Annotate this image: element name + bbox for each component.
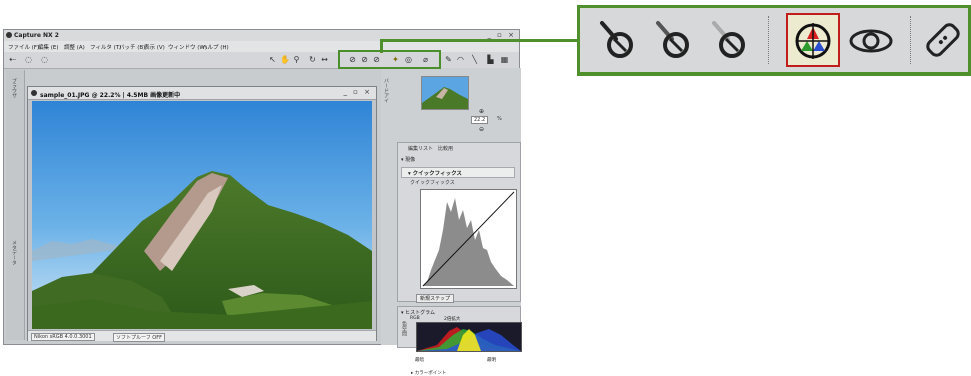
image-window-controls[interactable]: _ ▫ ×	[343, 88, 372, 96]
tab-edit-list[interactable]: 編集リスト	[408, 145, 433, 152]
color-point-section-label[interactable]: ▸ カラーポイント	[411, 370, 446, 376]
callout-toolbar	[580, 8, 968, 72]
rotate-icon[interactable]: ↻	[308, 55, 317, 64]
auto-retouch-brush-icon[interactable]	[920, 17, 966, 63]
develop-section-label[interactable]: ▾ 現像	[401, 156, 415, 163]
menu-adjust[interactable]: 調整 (A)	[64, 43, 85, 51]
white-point-picker-icon[interactable]	[704, 17, 750, 63]
straighten-icon[interactable]: ↔	[320, 55, 329, 64]
menu-filter[interactable]: フィルタ (T)	[90, 43, 121, 51]
black-point-picker-icon[interactable]	[592, 17, 638, 63]
new-step-button[interactable]: 新規ステップ	[416, 294, 455, 303]
histogram-graph	[416, 322, 522, 352]
levels-curve-graph[interactable]	[420, 189, 517, 289]
color-control-point-glyph	[795, 23, 831, 59]
neutral-point-picker-icon[interactable]	[648, 17, 694, 63]
toolbar-highlight-frame	[338, 50, 441, 69]
white-point-picker-glyph	[712, 21, 745, 58]
app-title: Capture NX 2	[14, 32, 59, 39]
softproof-dropdown[interactable]: ソフトプルーフ OFF	[113, 333, 165, 342]
lasso-icon[interactable]: ◠	[456, 55, 465, 64]
edit-list-panel: 編集リスト 比較用 ▾ 現像 ▾ クイックフィックス クイックフィックス 新規ス…	[397, 142, 521, 303]
callout-connector-horizontal	[380, 39, 578, 42]
color-control-point-icon[interactable]	[790, 17, 836, 63]
photo-canvas[interactable]	[32, 101, 372, 329]
menu-help[interactable]: ヘルプ (H)	[202, 43, 229, 51]
menu-view[interactable]: 表示 (V)	[144, 43, 165, 51]
gradient-icon[interactable]: ╲	[470, 55, 479, 64]
image-window-title: sample_01.JPG @ 22.2% | 4.5MB 画像更新中	[40, 92, 181, 99]
zoom-value-field[interactable]: 22.2	[471, 116, 489, 124]
zoom-out-icon[interactable]: ⊖	[479, 126, 484, 133]
browser-dock-label[interactable]: ブラウザ	[11, 78, 18, 98]
app-icon	[6, 32, 12, 38]
browser-toggle-icon[interactable]: ⇠	[8, 55, 17, 64]
selection-tools-icon[interactable]: ▦	[500, 55, 509, 64]
window-controls[interactable]: _ ▫ ×	[487, 31, 516, 39]
app-window: Capture NX 2 _ ▫ × ファイル (F) 編集 (E) 調整 (A…	[3, 29, 522, 376]
color-space-dropdown[interactable]: Nikon sRGB 4.0.0.3001	[31, 333, 95, 341]
zoom-in-icon[interactable]: ⊕	[479, 108, 484, 115]
zoom-unit: %	[497, 116, 502, 122]
zoom-icon[interactable]: ⚲	[292, 55, 301, 64]
red-eye-icon[interactable]	[848, 17, 894, 63]
left-dock: ブラウザ メタデータ	[6, 70, 25, 340]
toolbar-separator-2	[910, 16, 911, 64]
histogram-high-label: 最明	[487, 358, 496, 363]
birdseye-label[interactable]: バードアイ	[383, 78, 390, 103]
right-panel: バードアイ ⊕ 22.2 % ⊖ 編集リスト 比較用 ▾ 現像 ▾ クイックフィ…	[381, 68, 522, 376]
cloud-alt-icon[interactable]: ◌	[40, 55, 49, 64]
document-icon	[31, 90, 37, 96]
toolbar-separator	[768, 16, 769, 64]
image-window-title-bar: sample_01.JPG @ 22.2% | 4.5MB 画像更新中 _ ▫ …	[28, 87, 376, 100]
tab-compare[interactable]: 比較用	[438, 145, 453, 152]
menu-batch[interactable]: バッチ (B)	[119, 43, 145, 51]
image-window: sample_01.JPG @ 22.2% | 4.5MB 画像更新中 _ ▫ …	[27, 86, 377, 342]
quickfix-title: ▾ クイックフィックス	[408, 171, 462, 177]
cloud-icon[interactable]: ◌	[24, 55, 33, 64]
rgb-histogram	[417, 327, 521, 351]
image-window-status-bar: Nikon sRGB 4.0.0.3001 ソフトプルーフ OFF	[28, 330, 376, 342]
menu-edit[interactable]: 編集 (E)	[38, 43, 59, 51]
curve-histogram	[422, 191, 515, 287]
menu-file[interactable]: ファイル (F)	[8, 43, 39, 51]
mountain-photo	[32, 101, 372, 329]
histogram-channel-dropdown[interactable]: RGB	[410, 316, 420, 321]
black-point-picker-glyph	[600, 21, 633, 58]
birdseye-thumbnail[interactable]	[421, 76, 469, 110]
toolbar-zoom-callout	[577, 5, 971, 76]
direct-select-icon[interactable]: ↖	[268, 55, 277, 64]
birdseye-image	[422, 77, 468, 109]
histogram-section-label[interactable]: ▾ ヒストグラム	[401, 309, 435, 316]
neutral-point-picker-glyph	[656, 21, 689, 58]
metadata-dock-label[interactable]: メタデータ	[11, 240, 18, 265]
fill-icon[interactable]: ▙	[486, 55, 495, 64]
toolbar: ⇠ ◌ ◌ ↖ ✋ ⚲ ↻ ↔ ⊘ ⊘ ⊘ ✦ ◎ ⌀ ✎ ◠ ╲ ▙ ▦	[4, 52, 519, 69]
auto-retouch-brush-glyph	[926, 23, 960, 57]
hand-icon[interactable]: ✋	[280, 55, 290, 64]
histogram-panel: ▾ ヒストグラム RGB 2倍拡大 色空間	[397, 306, 522, 352]
quickfix-header[interactable]: ▾ クイックフィックス	[401, 167, 515, 178]
histogram-low-label: 最暗	[415, 358, 424, 363]
brush-icon[interactable]: ✎	[444, 55, 453, 64]
red-eye-glyph	[849, 29, 893, 53]
histogram-side-label: 色空間	[401, 321, 407, 336]
quickfix-sublabel: クイックフィックス	[410, 180, 455, 186]
